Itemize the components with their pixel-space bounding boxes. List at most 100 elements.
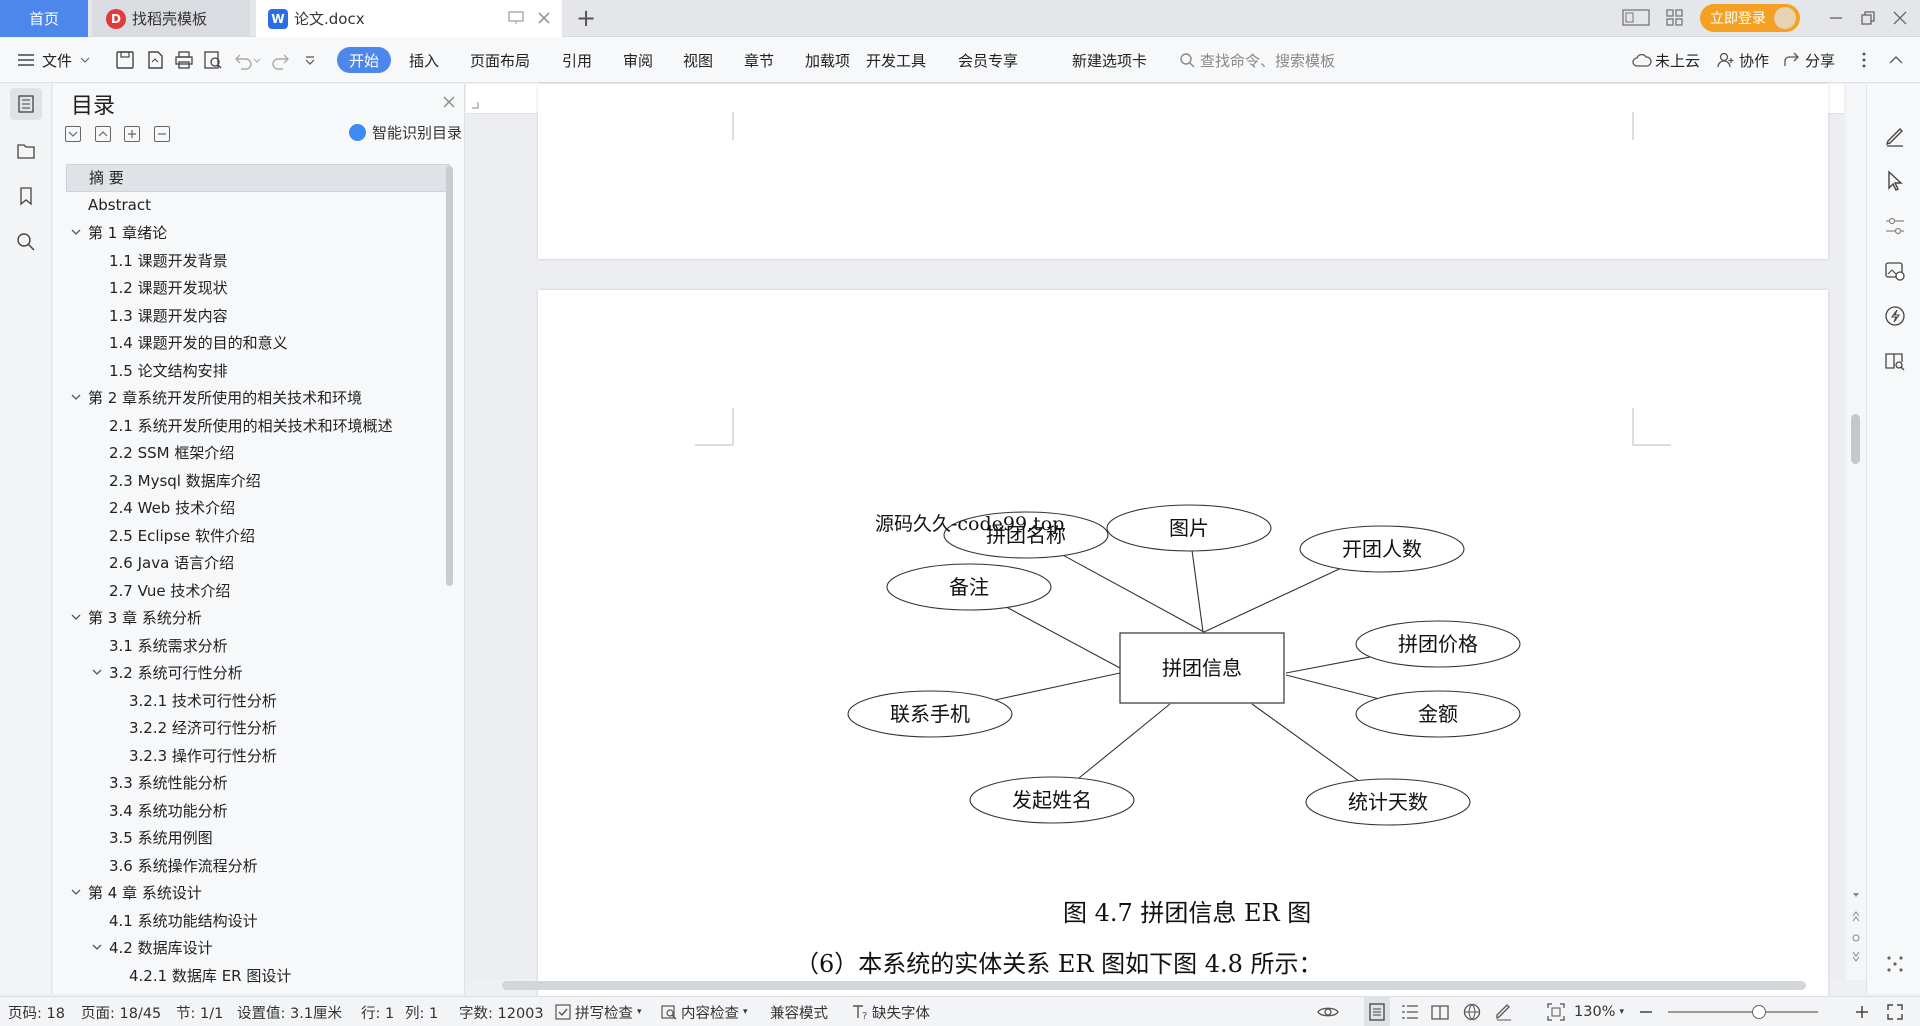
status-page[interactable]: 页面: 18/45 <box>81 997 161 1026</box>
cloud-status[interactable]: 未上云 <box>1632 37 1700 83</box>
eye-protection-icon[interactable] <box>1316 997 1340 1026</box>
toc-item[interactable]: 3.2.1 技术可行性分析 <box>66 687 450 715</box>
status-setting[interactable]: 设置值: 3.1厘米 <box>237 997 342 1026</box>
toc-item[interactable]: 2.4 Web 技术介绍 <box>66 494 450 522</box>
toc-item[interactable]: 1.5 论文结构安排 <box>66 357 450 385</box>
status-column[interactable]: 列: 1 <box>405 997 438 1026</box>
toc-scrollbar[interactable] <box>446 166 453 586</box>
fullscreen-icon[interactable] <box>1884 997 1906 1026</box>
toc-item[interactable]: 3.6 系统操作流程分析 <box>66 852 450 880</box>
status-row[interactable]: 行: 1 <box>361 997 394 1026</box>
toc-item[interactable]: 第 1 章绪论 <box>66 219 450 247</box>
more-vertical-icon[interactable] <box>1856 49 1872 71</box>
page-previous[interactable] <box>538 84 1828 259</box>
chevron-down-icon[interactable] <box>70 612 82 624</box>
horizontal-scrollbar[interactable] <box>486 978 1836 992</box>
toc-item[interactable]: 2.2 SSM 框架介绍 <box>66 439 450 467</box>
page-view-icon[interactable] <box>1364 997 1390 1026</box>
ribbon-tab[interactable]: 章节 <box>744 37 774 83</box>
navigation-folder-icon[interactable] <box>10 134 42 166</box>
toc-item[interactable]: 3.2 系统可行性分析 <box>66 659 450 687</box>
close-window-icon[interactable] <box>1890 8 1910 28</box>
toc-item[interactable]: 4.2.1 数据库 ER 图设计 <box>66 962 450 990</box>
next-page-icon[interactable] <box>1850 950 1862 964</box>
toc-item[interactable]: Abstract <box>66 192 450 220</box>
toc-item[interactable]: 第 2 章系统开发所使用的相关技术和环境 <box>66 384 450 412</box>
compass-icon[interactable] <box>1883 304 1907 328</box>
vertical-scrollbar[interactable] <box>1846 84 1866 980</box>
toc-item[interactable]: 3.5 系统用例图 <box>66 824 450 852</box>
toc-item[interactable]: 2.3 Mysql 数据库介绍 <box>66 467 450 495</box>
toc-item[interactable]: 4.1 系统功能结构设计 <box>66 907 450 935</box>
spell-check-button[interactable]: 拼写检查 ▾ <box>554 997 642 1026</box>
restore-icon[interactable] <box>1858 8 1878 28</box>
toc-item[interactable]: 第 3 章 系统分析 <box>66 604 450 632</box>
chevron-down-icon[interactable] <box>70 227 82 239</box>
share-button[interactable]: 分享 <box>1782 37 1835 83</box>
print-preview-icon[interactable] <box>202 49 224 71</box>
toc-panel-icon[interactable] <box>10 88 42 120</box>
ribbon-tab[interactable]: 视图 <box>683 37 713 83</box>
toc-item[interactable]: 3.2.3 操作可行性分析 <box>66 742 450 770</box>
select-browse-icon[interactable] <box>1850 932 1862 944</box>
toc-item[interactable]: 3.2.2 经济可行性分析 <box>66 714 450 742</box>
minimize-icon[interactable] <box>1826 8 1846 28</box>
print-icon[interactable] <box>173 49 195 71</box>
ribbon-tab[interactable]: 加载项 <box>805 37 850 83</box>
expand-down-icon[interactable] <box>65 126 81 142</box>
command-search[interactable]: 查找命令、搜索模板 <box>1178 37 1335 83</box>
collapse-up-icon[interactable] <box>95 126 111 142</box>
vertical-scroll-thumb[interactable] <box>1851 414 1860 464</box>
smart-toc-button[interactable]: 智能识别目录 <box>349 122 462 143</box>
adjust-sliders-icon[interactable] <box>1883 214 1907 238</box>
export-pdf-icon[interactable] <box>144 49 166 71</box>
add-heading-icon[interactable] <box>124 126 140 142</box>
ribbon-tab[interactable]: 审阅 <box>623 37 653 83</box>
find-icon[interactable] <box>10 226 42 258</box>
toc-item[interactable]: 2.6 Java 语言介绍 <box>66 549 450 577</box>
status-word-count[interactable]: 字数: 12003 <box>459 997 544 1026</box>
toc-item[interactable]: 1.2 课题开发现状 <box>66 274 450 302</box>
bookmark-icon[interactable] <box>10 180 42 212</box>
ribbon-tab[interactable]: 插入 <box>409 37 439 83</box>
new-tab-icon[interactable]: + <box>572 4 600 32</box>
chevron-down-icon[interactable] <box>70 887 82 899</box>
chevron-down-icon[interactable] <box>70 392 82 404</box>
redo-icon[interactable] <box>270 49 292 71</box>
more-dots-icon[interactable] <box>1883 952 1907 976</box>
toc-item[interactable]: 1.1 课题开发背景 <box>66 247 450 275</box>
chevron-down-icon[interactable] <box>91 667 103 679</box>
toc-item[interactable]: 4.2 数据库设计 <box>66 934 450 962</box>
scroll-down-icon[interactable] <box>1850 889 1862 901</box>
prev-page-icon[interactable] <box>1850 909 1862 923</box>
reading-view-icon[interactable] <box>1428 997 1452 1026</box>
chevron-down-icon[interactable] <box>91 942 103 954</box>
save-icon[interactable] <box>114 49 136 71</box>
tab-start[interactable]: 开始 <box>337 47 391 73</box>
undo-icon[interactable] <box>232 49 262 71</box>
toc-item[interactable]: 2.5 Eclipse 软件介绍 <box>66 522 450 550</box>
toc-item[interactable]: 1.4 课题开发的目的和意义 <box>66 329 450 357</box>
collab-button[interactable]: 协作 <box>1716 37 1769 83</box>
status-section[interactable]: 节: 1/1 <box>176 997 223 1026</box>
collapse-ribbon-icon[interactable] <box>1886 52 1906 68</box>
compat-mode[interactable]: 兼容模式 <box>770 997 828 1026</box>
horizontal-scroll-thumb[interactable] <box>502 981 1806 990</box>
write-mode-icon[interactable] <box>1492 997 1516 1026</box>
zoom-out-icon[interactable] <box>1636 997 1656 1026</box>
status-page-code[interactable]: 页码: 18 <box>8 997 65 1026</box>
toc-item[interactable]: 1.3 课题开发内容 <box>66 302 450 330</box>
pen-icon[interactable] <box>1883 124 1907 148</box>
toc-item[interactable]: 3.1 系统需求分析 <box>66 632 450 660</box>
web-view-icon[interactable] <box>1460 997 1484 1026</box>
fit-page-icon[interactable] <box>1544 997 1568 1026</box>
zoom-in-icon[interactable] <box>1852 997 1872 1026</box>
ribbon-tab[interactable]: 开发工具 <box>866 37 926 83</box>
tab-home[interactable]: 首页 <box>0 0 88 37</box>
remove-heading-icon[interactable] <box>154 126 170 142</box>
tab-templates[interactable]: D 找稻壳模板 <box>92 0 250 37</box>
toc-item[interactable]: 2.7 Vue 技术介绍 <box>66 577 450 605</box>
apps-grid-icon[interactable] <box>1664 8 1686 28</box>
layout-icon[interactable] <box>1622 8 1650 28</box>
missing-font-button[interactable]: ? 缺失字体 <box>850 997 930 1026</box>
